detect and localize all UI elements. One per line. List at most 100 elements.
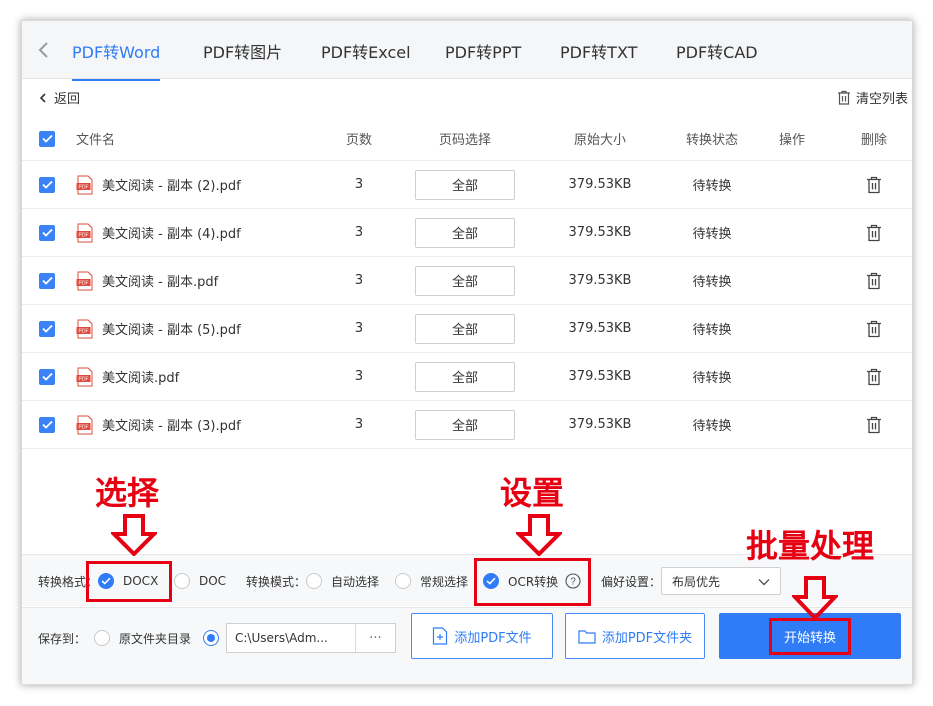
trash-icon[interactable] [866, 224, 882, 242]
source-folder-option[interactable]: 原文件夹目录 [94, 608, 191, 668]
svg-text:PDF: PDF [79, 376, 89, 382]
browse-button[interactable]: ··· [355, 624, 395, 652]
file-name: 美文阅读 - 副本.pdf [102, 275, 219, 290]
add-file-label: 添加PDF文件 [454, 630, 532, 646]
radio-icon [174, 573, 190, 589]
file-size: 379.53KB [568, 225, 632, 240]
row-checkbox[interactable] [39, 176, 55, 193]
trash-icon[interactable] [866, 320, 882, 338]
arrow-down-icon [792, 576, 838, 620]
tab-pdf-to-excel[interactable]: PDF转Excel [321, 39, 411, 63]
convert-status: 待转换 [692, 323, 732, 338]
row-checkbox[interactable] [39, 224, 55, 241]
add-pdf-folder-button[interactable]: 添加PDF文件夹 [565, 613, 705, 659]
annotation-settings-text: 设置 [500, 474, 565, 512]
check-icon [41, 228, 53, 237]
pdf-file-icon: PDF [76, 367, 93, 386]
convert-status: 待转换 [692, 227, 732, 242]
trash-icon[interactable] [866, 272, 882, 290]
radio-selected-icon [203, 630, 219, 646]
page-count: 3 [354, 369, 364, 384]
tab-pdf-to-ppt[interactable]: PDF转PPT [445, 39, 521, 63]
table-header: 文件名 页数 页码选择 原始大小 转换状态 操作 删除 [22, 117, 912, 161]
file-name: 美文阅读 - 副本 (3).pdf [102, 419, 241, 434]
annotation-batch-text: 批量处理 [746, 527, 875, 565]
check-icon [41, 324, 53, 333]
file-size: 379.53KB [568, 177, 632, 192]
doc-label: DOC [199, 574, 227, 588]
format-doc-option[interactable]: DOC [174, 555, 226, 607]
start-convert-label: 开始转换 [768, 617, 851, 655]
pdf-file-icon: PDF [76, 271, 93, 290]
svg-text:PDF: PDF [79, 184, 89, 190]
back-label: 返回 [54, 92, 81, 107]
check-icon [41, 180, 53, 189]
radio-icon [306, 573, 322, 589]
tab-bar: PDF转Word PDF转图片 PDF转Excel PDF转PPT PDF转TX… [22, 21, 912, 81]
select-all-checkbox[interactable] [39, 130, 55, 147]
page-range-button[interactable]: 全部 [415, 265, 515, 296]
file-table: 文件名 页数 页码选择 原始大小 转换状态 操作 删除 PDF 美文阅读 - 副本… [22, 117, 912, 449]
page-range-button[interactable]: 全部 [415, 217, 515, 248]
output-path-field[interactable]: C:\Users\Adm... ··· [226, 623, 396, 653]
page-range-button[interactable]: 全部 [415, 409, 515, 440]
annotation-ocr-box [474, 558, 591, 606]
convert-status: 待转换 [692, 419, 732, 434]
output-path-value: C:\Users\Adm... [235, 631, 328, 645]
header-status: 转换状态 [685, 133, 738, 148]
trash-icon [837, 90, 850, 105]
back-link[interactable]: 返回 [38, 88, 80, 107]
file-name: 美文阅读 - 副本 (5).pdf [102, 323, 241, 338]
row-checkbox[interactable] [39, 320, 55, 337]
trash-icon[interactable] [866, 368, 882, 386]
header-range: 页码选择 [438, 133, 491, 148]
page-range-button[interactable]: 全部 [415, 361, 515, 392]
add-folder-label: 添加PDF文件夹 [601, 630, 693, 646]
row-checkbox[interactable] [39, 272, 55, 289]
file-name: 美文阅读 - 副本 (2).pdf [102, 179, 241, 194]
check-icon [41, 276, 53, 285]
mode-normal-option[interactable]: 常规选择 [395, 555, 468, 607]
tab-pdf-to-cad[interactable]: PDF转CAD [676, 39, 758, 63]
file-name: 美文阅读.pdf [102, 371, 180, 386]
check-icon [41, 134, 53, 143]
clear-list-button[interactable]: 清空列表 [837, 88, 908, 107]
preference-select[interactable]: 布局优先 [661, 567, 781, 595]
trash-icon[interactable] [866, 176, 882, 194]
page-range-button[interactable]: 全部 [415, 169, 515, 200]
table-row: PDF 美文阅读 - 副本 (2).pdf 3 全部 379.53KB 待转换 [22, 161, 912, 209]
page-range-button[interactable]: 全部 [415, 313, 515, 344]
table-row: PDF 美文阅读 - 副本.pdf 3 全部 379.53KB 待转换 [22, 257, 912, 305]
chevron-left-icon [39, 92, 46, 103]
row-checkbox[interactable] [39, 368, 55, 385]
folder-icon [578, 629, 596, 644]
chevron-left-icon[interactable] [34, 39, 54, 61]
save-to-label: 保存到： [38, 631, 87, 646]
tab-pdf-to-word[interactable]: PDF转Word [72, 39, 161, 81]
tab-pdf-to-txt[interactable]: PDF转TXT [560, 39, 637, 63]
file-size: 379.53KB [568, 369, 632, 384]
pref-label: 偏好设置： [601, 574, 662, 589]
file-size: 379.53KB [568, 417, 632, 432]
svg-text:PDF: PDF [79, 424, 89, 430]
convert-status: 待转换 [692, 179, 732, 194]
arrow-down-icon [516, 514, 562, 556]
check-icon [41, 420, 53, 429]
source-folder-label: 原文件夹目录 [119, 631, 192, 646]
annotation-select-text: 选择 [95, 474, 160, 512]
custom-path-option[interactable] [203, 608, 228, 668]
trash-icon[interactable] [866, 416, 882, 434]
pdf-file-icon: PDF [76, 223, 93, 242]
file-size: 379.53KB [568, 273, 632, 288]
file-size: 379.53KB [568, 321, 632, 336]
row-checkbox[interactable] [39, 416, 55, 433]
arrow-down-icon [111, 514, 157, 556]
header-size: 原始大小 [573, 133, 626, 148]
tab-pdf-to-image[interactable]: PDF转图片 [203, 39, 282, 63]
add-pdf-file-button[interactable]: 添加PDF文件 [411, 613, 553, 659]
pdf-file-icon: PDF [76, 319, 93, 338]
page-count: 3 [354, 321, 364, 336]
header-name: 文件名 [76, 133, 116, 148]
mode-auto-option[interactable]: 自动选择 [306, 555, 379, 607]
convert-status: 待转换 [692, 275, 732, 290]
